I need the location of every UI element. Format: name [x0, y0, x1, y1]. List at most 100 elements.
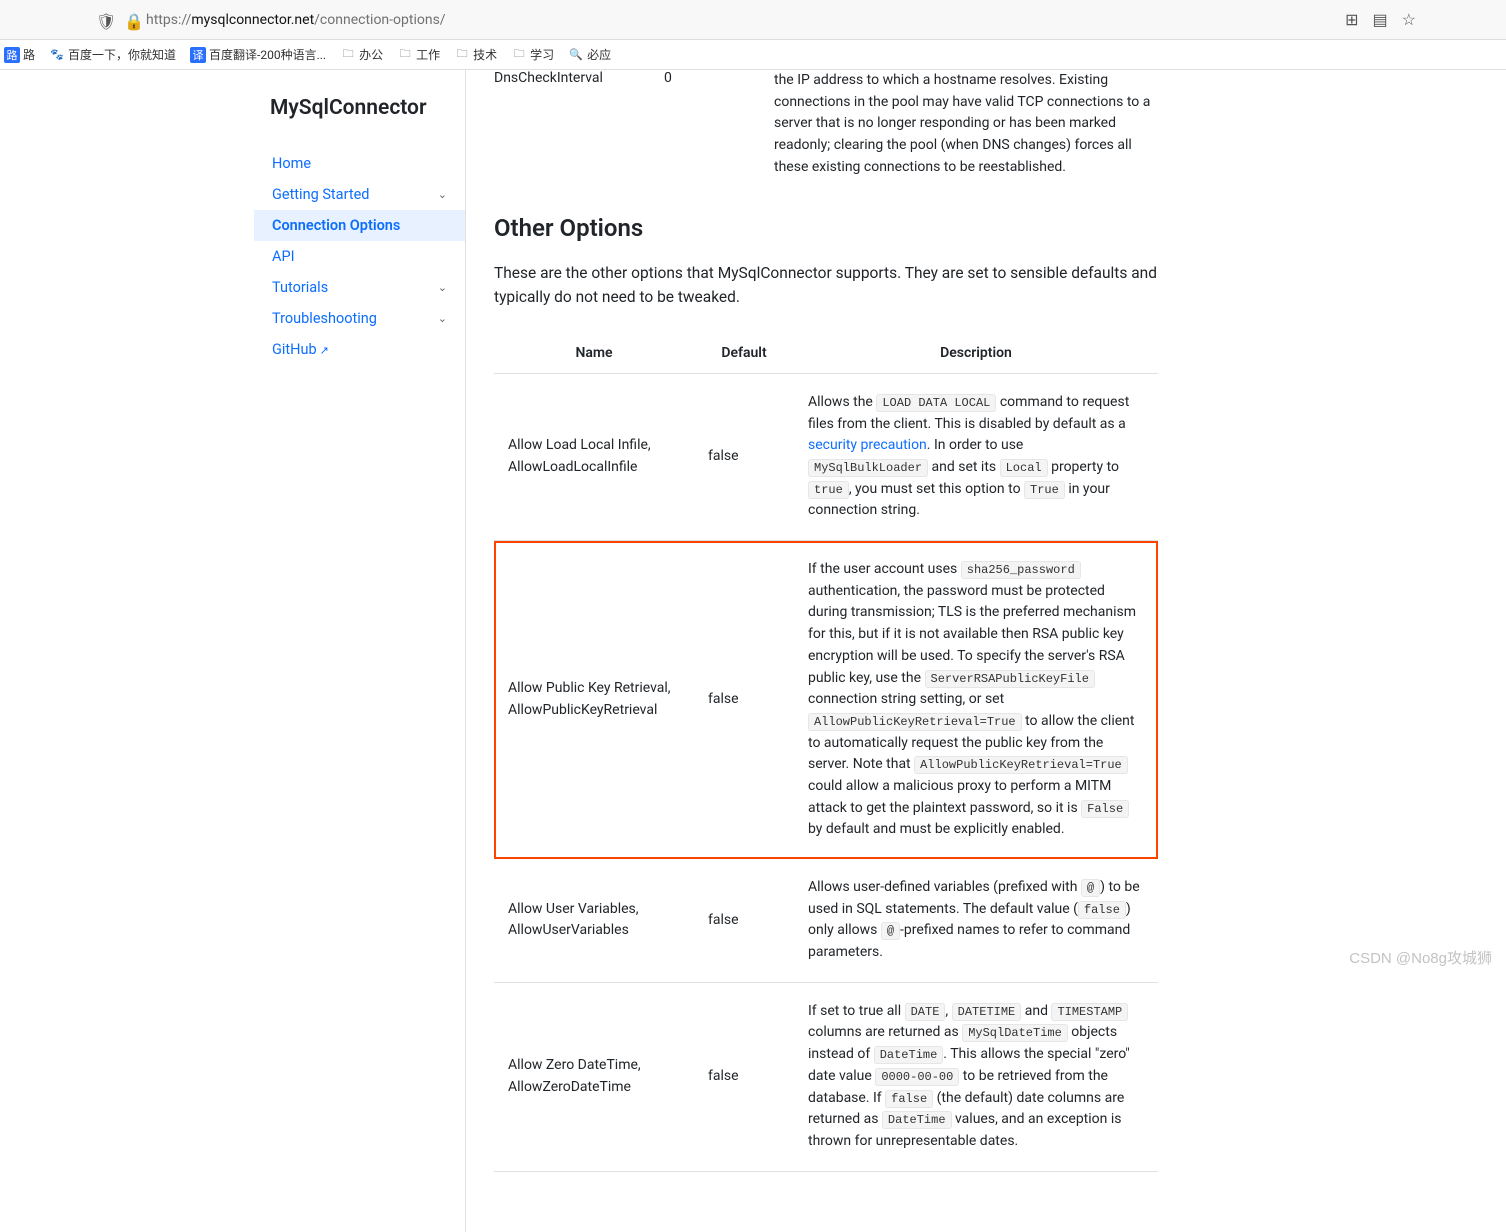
bookmark-folder[interactable]: 🗀学习 — [511, 46, 554, 63]
nav-label: Troubleshooting — [272, 310, 377, 327]
sidebar-item-connection-options[interactable]: Connection Options — [254, 210, 465, 241]
bookmark-label: 办公 — [359, 46, 383, 63]
qr-icon[interactable]: ⊞ — [1345, 10, 1358, 29]
bookmark-label: 百度翻译-200种语言... — [209, 46, 326, 63]
code-inline: false — [1078, 901, 1126, 919]
option-name: Allow Zero DateTime, AllowZeroDateTime — [494, 982, 694, 1171]
nav-label: GitHub — [272, 341, 317, 358]
search-icon: 🔍 — [568, 47, 584, 63]
paw-icon: 🐾 — [49, 47, 65, 63]
bookmark-label: 百度一下，你就知道 — [68, 46, 176, 63]
code-inline: MySqlBulkLoader — [808, 459, 928, 477]
option-description: If the user account uses sha256_password… — [794, 541, 1158, 859]
bookmark-item[interactable]: 🐾百度一下，你就知道 — [49, 46, 176, 63]
column-header-description: Description — [794, 333, 1158, 374]
sidebar-item-api[interactable]: API — [254, 241, 465, 272]
nav-label: API — [272, 248, 295, 265]
main-content: DnsCheckInterval 0 the IP address to whi… — [466, 70, 1186, 1232]
url-domain: mysqlconnector.net — [191, 12, 314, 28]
bookmark-item[interactable]: 🔍必应 — [568, 46, 611, 63]
code-inline: @ — [881, 922, 900, 940]
sidebar-nav: Home Getting Started ⌄ Connection Options… — [254, 148, 465, 365]
watermark: CSDN @No8g攻城狮 — [1349, 947, 1492, 968]
table-row: Allow Load Local Infile, AllowLoadLocalI… — [494, 373, 1158, 540]
code-inline: sha256_password — [961, 561, 1081, 579]
code-inline: LOAD DATA LOCAL — [876, 394, 996, 412]
link-security-precaution[interactable]: security precaution — [808, 437, 927, 453]
option-description: the IP address to which a hostname resol… — [774, 70, 1158, 178]
code-inline: TIMESTAMP — [1051, 1003, 1128, 1021]
bookmark-label: 必应 — [587, 46, 611, 63]
url-prefix: https:// — [146, 12, 191, 28]
code-inline: @ — [1081, 879, 1100, 897]
code-inline: false — [885, 1090, 933, 1108]
folder-icon: 🗀 — [454, 47, 470, 63]
options-table: Name Default Description Allow Load Loca… — [494, 333, 1158, 1172]
option-description: If set to true all DATE, DATETIME and TI… — [794, 982, 1158, 1171]
option-name: Allow User Variables, AllowUserVariables — [494, 859, 694, 982]
reader-icon[interactable]: ▤ — [1373, 10, 1388, 29]
table-row-highlighted: Allow Public Key Retrieval, AllowPublicK… — [494, 541, 1158, 859]
chevron-down-icon: ⌄ — [438, 312, 447, 325]
shield-icon[interactable]: 🛡 — [96, 12, 112, 28]
folder-icon: 🗀 — [340, 47, 356, 63]
code-inline: DATE — [905, 1003, 946, 1021]
url-path: /connection-options/ — [314, 12, 445, 28]
code-inline: True — [1024, 481, 1065, 499]
nav-label: Connection Options — [272, 217, 400, 234]
bookmark-folder[interactable]: 🗀工作 — [397, 46, 440, 63]
lock-icon[interactable]: 🔒 — [124, 12, 140, 28]
code-inline: AllowPublicKeyRetrieval=True — [808, 713, 1022, 731]
bookmark-label: 工作 — [416, 46, 440, 63]
bookmark-folder[interactable]: 🗀技术 — [454, 46, 497, 63]
option-name: DnsCheckInterval — [494, 70, 664, 178]
option-default: 0 — [664, 70, 774, 178]
section-intro: These are the other options that MySqlCo… — [494, 262, 1158, 309]
column-header-default: Default — [694, 333, 794, 374]
bookmark-icon: 路 — [4, 47, 20, 63]
nav-label: Tutorials — [272, 279, 328, 296]
sidebar-item-tutorials[interactable]: Tutorials ⌄ — [254, 272, 465, 303]
bookmark-star-icon[interactable]: ☆ — [1402, 10, 1416, 29]
column-header-name: Name — [494, 333, 694, 374]
chevron-down-icon: ⌄ — [438, 188, 447, 201]
option-description: Allows user-defined variables (prefixed … — [794, 859, 1158, 982]
address-bar[interactable]: https://mysqlconnector.net/connection-op… — [146, 12, 446, 28]
code-inline: Local — [1000, 459, 1048, 477]
browser-chrome: 🛡 🔒 https://mysqlconnector.net/connectio… — [0, 0, 1506, 40]
sidebar-item-home[interactable]: Home — [254, 148, 465, 179]
site-title[interactable]: MySqlConnector — [254, 96, 465, 120]
code-inline: DateTime — [882, 1111, 952, 1129]
bookmark-item[interactable]: 译百度翻译-200种语言... — [190, 46, 326, 63]
code-inline: False — [1081, 800, 1129, 818]
nav-label: Getting Started — [272, 186, 369, 203]
option-default: false — [694, 982, 794, 1171]
bookmark-label: 技术 — [473, 46, 497, 63]
external-link-icon: ↗ — [320, 344, 329, 357]
option-name: Allow Load Local Infile, AllowLoadLocalI… — [494, 373, 694, 540]
sidebar-item-github[interactable]: GitHub↗ — [254, 334, 465, 365]
code-inline: DateTime — [874, 1046, 944, 1064]
table-row: Allow User Variables, AllowUserVariables… — [494, 859, 1158, 982]
bookmark-label: 学习 — [530, 46, 554, 63]
sidebar-item-getting-started[interactable]: Getting Started ⌄ — [254, 179, 465, 210]
code-inline: MySqlDateTime — [962, 1024, 1068, 1042]
nav-label: Home — [272, 155, 311, 172]
option-default: false — [694, 541, 794, 859]
option-name: Allow Public Key Retrieval, AllowPublicK… — [494, 541, 694, 859]
code-inline: 0000-00-00 — [875, 1068, 959, 1086]
bookmark-label: 路 — [23, 46, 35, 63]
translate-icon: 译 — [190, 47, 206, 63]
bookmark-folder[interactable]: 🗀办公 — [340, 46, 383, 63]
option-default: false — [694, 859, 794, 982]
sidebar-item-troubleshooting[interactable]: Troubleshooting ⌄ — [254, 303, 465, 334]
code-inline: AllowPublicKeyRetrieval=True — [914, 756, 1128, 774]
chevron-down-icon: ⌄ — [438, 281, 447, 294]
folder-icon: 🗀 — [397, 47, 413, 63]
section-heading: Other Options — [494, 214, 1158, 242]
sidebar: MySqlConnector Home Getting Started ⌄ Con… — [0, 70, 466, 1232]
bookmark-item[interactable]: 路路 — [4, 46, 35, 63]
code-inline: DATETIME — [952, 1003, 1022, 1021]
code-inline: true — [808, 481, 849, 499]
option-default: false — [694, 373, 794, 540]
